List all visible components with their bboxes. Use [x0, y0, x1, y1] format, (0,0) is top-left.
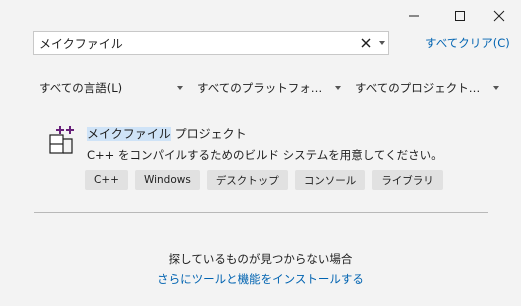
project-type-filter-dropdown[interactable]: すべてのプロジェクトの... — [355, 77, 503, 99]
minimize-icon — [409, 15, 419, 17]
title-highlight: メイクファイル — [87, 127, 171, 141]
template-description: C++ をコンパイルするためのビルド システムを用意してください。 — [87, 148, 443, 162]
platform-filter-dropdown[interactable]: すべてのプラットフォーム(P) — [197, 77, 345, 99]
template-title: メイクファイル プロジェクト — [87, 125, 247, 142]
project-type-filter-label: すべてのプロジェクトの... — [355, 81, 483, 95]
close-button[interactable] — [476, 0, 521, 32]
language-filter-dropdown[interactable]: すべての言語(L) — [39, 77, 187, 99]
makefile-project-icon — [49, 126, 74, 154]
minimize-button[interactable] — [391, 0, 437, 32]
template-result-item[interactable]: メイクファイル プロジェクト C++ をコンパイルするためのビルド システムを用… — [34, 117, 489, 197]
template-tags: C++ Windows デスクトップ コンソール ライブラリ — [85, 170, 443, 190]
tag-cpp: C++ — [85, 170, 128, 190]
clear-search-icon[interactable] — [360, 37, 372, 49]
chevron-down-icon — [177, 86, 183, 90]
chevron-down-icon — [493, 86, 499, 90]
divider — [34, 212, 488, 213]
chevron-down-icon[interactable] — [379, 41, 385, 45]
title-bar — [0, 0, 521, 32]
not-found-text: 探しているものが見つからない場合 — [168, 252, 353, 266]
search-input[interactable] — [39, 36, 339, 50]
template-search-box[interactable] — [33, 31, 389, 55]
chevron-down-icon — [335, 86, 341, 90]
clear-all-link[interactable]: すべてクリア(C) — [425, 35, 510, 51]
language-filter-label: すべての言語(L) — [39, 81, 123, 95]
tag-desktop: デスクトップ — [206, 170, 288, 190]
title-rest: プロジェクト — [170, 127, 247, 141]
maximize-icon — [455, 11, 465, 21]
not-found-section: 探しているものが見つからない場合 さらにツールと機能をインストールする — [0, 251, 521, 287]
tag-windows: Windows — [134, 170, 200, 190]
tag-library: ライブラリ — [372, 170, 443, 190]
close-icon — [493, 10, 505, 22]
install-more-tools-link[interactable]: さらにツールと機能をインストールする — [0, 271, 521, 287]
platform-filter-label: すべてのプラットフォーム(P) — [197, 81, 325, 95]
tag-console: コンソール — [294, 170, 366, 190]
